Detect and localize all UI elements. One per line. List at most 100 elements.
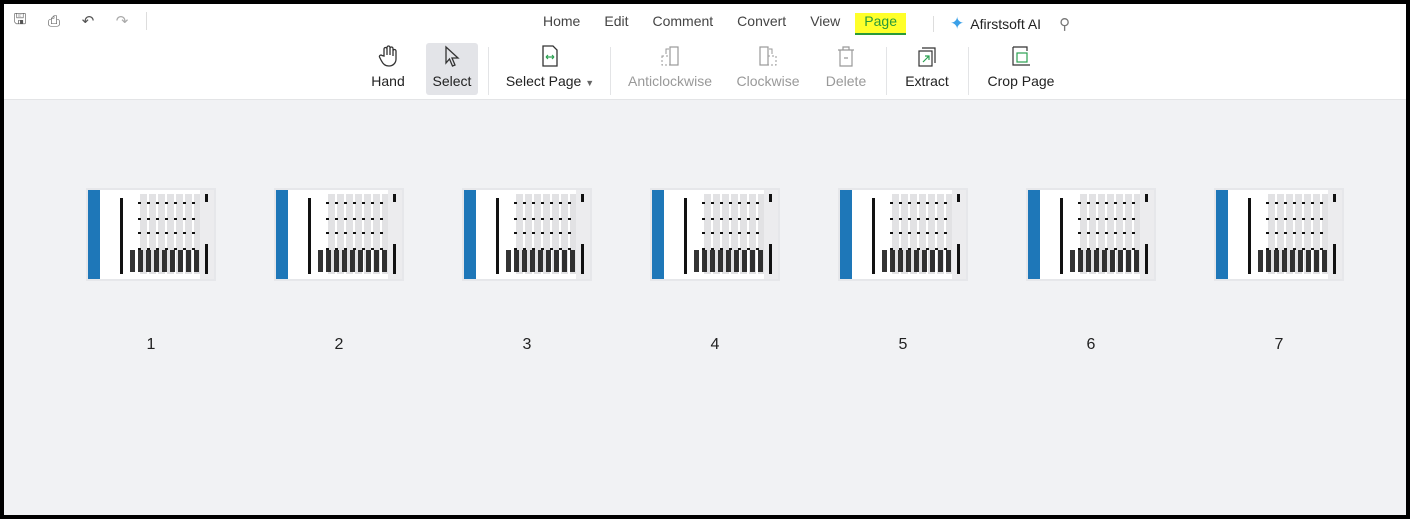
text-mark (1105, 232, 1108, 234)
page-preview[interactable] (462, 188, 592, 281)
text-mark (1096, 202, 1099, 204)
text-mark (541, 232, 544, 234)
text-mark (514, 202, 517, 204)
text-mark (362, 232, 365, 234)
text-mark (1266, 202, 1269, 204)
extract-button[interactable]: Extract (902, 43, 952, 95)
text-mark (165, 202, 168, 204)
page-body (1228, 190, 1332, 279)
text-mark (326, 218, 329, 220)
text-block (382, 250, 387, 272)
text-mark (935, 202, 938, 204)
text-block (393, 244, 396, 274)
select-button[interactable]: Select (426, 43, 478, 95)
redo-icon[interactable]: ↷ (112, 12, 132, 30)
text-mark (156, 218, 159, 220)
ribbon: 🖫 ⎙ ↶ ↷ Home Edit Comment Convert View P… (4, 4, 1406, 100)
text-mark (568, 202, 571, 204)
text-mark (335, 218, 338, 220)
undo-icon[interactable]: ↶ (78, 12, 98, 30)
page-preview[interactable] (1214, 188, 1344, 281)
page-header-strip (88, 190, 100, 279)
select-page-label: Select Page ▼ (506, 73, 594, 89)
text-mark (926, 218, 929, 220)
text-mark (192, 202, 195, 204)
select-page-dropdown[interactable]: Select Page ▼ (504, 43, 596, 95)
text-mark (711, 202, 714, 204)
text-block (308, 198, 311, 274)
page-preview[interactable] (838, 188, 968, 281)
page-number: 3 (522, 336, 532, 353)
text-mark (156, 232, 159, 234)
text-block (1134, 250, 1139, 272)
page-header-strip (652, 190, 664, 279)
search-icon[interactable]: ⚲ (1059, 15, 1070, 33)
text-block (334, 250, 339, 272)
text-mark (908, 202, 911, 204)
page-toolbar: Hand Select Select Page ▼ Anticlockwise … (4, 43, 1406, 95)
menu-view[interactable]: View (798, 13, 852, 35)
page-body (664, 190, 768, 279)
menu-edit[interactable]: Edit (592, 13, 640, 35)
hand-label: Hand (371, 73, 405, 89)
text-mark (344, 218, 347, 220)
text-mark (890, 232, 893, 234)
page-preview[interactable] (1026, 188, 1156, 281)
text-mark (1132, 232, 1135, 234)
text-mark (183, 232, 186, 234)
page-side-panel (952, 190, 966, 279)
page-preview[interactable] (650, 188, 780, 281)
menu-page[interactable]: Page (855, 13, 906, 35)
text-mark (738, 202, 741, 204)
text-mark (1311, 218, 1314, 220)
text-block (194, 250, 199, 272)
text-mark (1284, 232, 1287, 234)
text-mark (1311, 232, 1314, 234)
page-preview[interactable] (274, 188, 404, 281)
trash-icon (836, 43, 856, 69)
clockwise-button[interactable]: Clockwise (736, 43, 800, 95)
text-block (120, 198, 123, 274)
crop-page-button[interactable]: Crop Page (984, 43, 1058, 95)
menu-convert[interactable]: Convert (725, 13, 798, 35)
text-block (750, 250, 755, 272)
text-mark (917, 202, 920, 204)
text-mark (165, 232, 168, 234)
text-block (702, 250, 707, 272)
text-block (514, 250, 519, 272)
text-mark (1114, 232, 1117, 234)
text-mark (1275, 202, 1278, 204)
text-block (342, 250, 347, 272)
page-preview[interactable] (86, 188, 216, 281)
menu-home[interactable]: Home (531, 13, 592, 35)
text-mark (1311, 202, 1314, 204)
text-mark (1078, 218, 1081, 220)
menu-comment[interactable]: Comment (640, 13, 725, 35)
text-mark (205, 194, 208, 202)
text-mark (756, 232, 759, 234)
anticlockwise-button[interactable]: Anticlockwise (626, 43, 714, 95)
text-mark (1132, 202, 1135, 204)
text-mark (523, 202, 526, 204)
text-block (1274, 250, 1279, 272)
text-block (946, 250, 951, 272)
page-header-strip (840, 190, 852, 279)
text-block (1322, 250, 1327, 272)
text-block (1078, 250, 1083, 272)
hand-button[interactable]: Hand (366, 43, 410, 95)
text-block (1118, 250, 1123, 272)
text-mark (559, 218, 562, 220)
page-body (100, 190, 204, 279)
print-icon[interactable]: ⎙ (44, 12, 64, 30)
text-mark (138, 232, 141, 234)
text-mark (138, 218, 141, 220)
text-mark (532, 218, 535, 220)
text-mark (1266, 232, 1269, 234)
text-block (130, 250, 135, 272)
text-block (1282, 250, 1287, 272)
save-icon[interactable]: 🖫 (10, 11, 30, 30)
ai-button[interactable]: ✦ Afirstsoft AI (950, 14, 1041, 34)
text-block (872, 198, 875, 274)
delete-button[interactable]: Delete (822, 43, 870, 95)
text-mark (747, 218, 750, 220)
